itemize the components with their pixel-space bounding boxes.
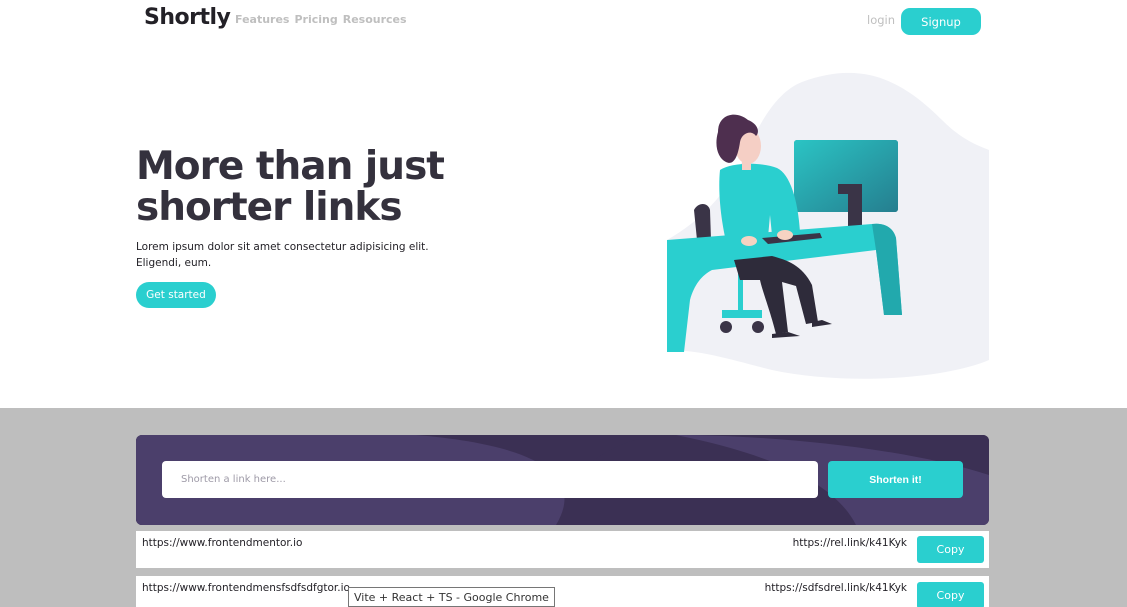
hero-text: Lorem ipsum dolor sit amet consectetur a…	[136, 241, 429, 269]
nav-links: Features Pricing Resources	[235, 13, 407, 26]
nav-features[interactable]: Features	[235, 13, 289, 26]
original-link: https://www.frontendmensfsdfsdfgtor.io	[142, 582, 350, 594]
shorten-input[interactable]	[162, 461, 818, 498]
short-link[interactable]: https://rel.link/k41Kyk	[793, 537, 907, 549]
shorten-form: Shorten it!	[136, 435, 989, 525]
shorten-button[interactable]: Shorten it!	[828, 461, 963, 498]
nav-resources[interactable]: Resources	[343, 13, 407, 26]
copy-button[interactable]: Copy	[917, 536, 984, 563]
copy-button[interactable]: Copy	[917, 582, 984, 607]
nav-pricing[interactable]: Pricing	[294, 13, 337, 26]
short-link[interactable]: https://sdfsdrel.link/k41Kyk	[765, 582, 907, 594]
hero-title: More than just shorter links	[136, 144, 445, 230]
window-tooltip: Vite + React + TS - Google Chrome	[348, 587, 555, 607]
original-link: https://www.frontendmentor.io	[142, 537, 303, 549]
get-started-button[interactable]: Get started	[136, 282, 216, 308]
result-row: https://www.frontendmentor.io https://re…	[136, 531, 989, 568]
login-link[interactable]: login	[867, 13, 895, 27]
logo[interactable]: Shortly	[144, 5, 231, 30]
person-working-illustration	[662, 70, 992, 390]
signup-button[interactable]: Signup	[901, 8, 981, 35]
header: Shortly Features Pricing Resources login…	[0, 0, 1127, 42]
result-row: https://www.frontendmensfsdfsdfgtor.io h…	[136, 576, 989, 607]
